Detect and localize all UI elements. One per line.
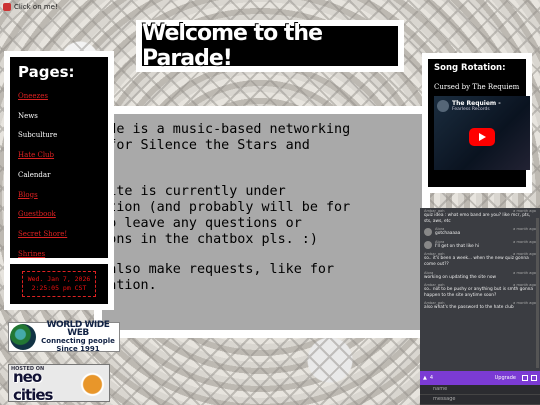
chat-time: a month ago	[513, 227, 536, 232]
nav-item-hate-club[interactable]: Hate Club	[18, 146, 100, 166]
clock-date: Wed. Jan 7, 2026	[27, 275, 91, 283]
intro-paragraph: Parade is a music-based networking site …	[102, 122, 351, 169]
chat-scrollbar[interactable]	[536, 218, 539, 368]
user-avatar-icon	[424, 240, 432, 249]
external-link-icon[interactable]	[522, 375, 528, 381]
nav-item-calendar: Calendar	[18, 170, 51, 179]
current-song: Cursed by The Requiem	[434, 83, 520, 91]
chat-text: gotchaaaaa	[435, 231, 461, 237]
video-title: The Requiem -	[452, 100, 501, 107]
chat-name-input[interactable]: name	[420, 385, 540, 395]
chat-message: Alora a month ago I'll get on that like h…	[420, 239, 540, 252]
page-title: Welcome to the Parade!	[142, 21, 323, 71]
chat-text: I'll get on that like hi	[435, 243, 480, 249]
video-channel: Fearless Records	[452, 107, 490, 112]
chat-text: also what's the password to the hate clu…	[424, 305, 514, 311]
music-icon	[3, 3, 11, 11]
chat-toolbar: ▲ 4 Upgrade	[420, 371, 540, 385]
clock-display: Wed. Jan 7, 2026 2:25:05 pm CST	[21, 271, 97, 297]
chat-message: Ambar_gah a month ago also what's the pas…	[420, 300, 540, 313]
chat-input-area: name message	[420, 385, 540, 405]
chat-text: quiz idea : what emo band are you? like …	[424, 213, 531, 224]
neocities-name: neo cities	[13, 368, 53, 404]
www-badge[interactable]: WORLD WIDE WEB Connecting people Since 1…	[8, 320, 120, 353]
chat-message: Ambar_gah a month ago so.. it's been a we…	[420, 251, 540, 269]
pages-nav: Pages: Oneezes News Subculture Hate Club…	[4, 51, 114, 266]
channel-avatar	[437, 100, 449, 112]
chat-message: Alora a month ago working on updating the…	[420, 270, 540, 283]
chat-time: a month ago	[513, 239, 536, 244]
www-badge-line1: WORLD WIDE WEB	[46, 320, 110, 338]
globe-icon	[10, 324, 36, 350]
chat-user: Alora	[424, 270, 434, 275]
nav-item-oneezes[interactable]: Oneezes	[18, 87, 100, 107]
nav-item-news: News	[18, 111, 38, 120]
nav-item-subculture: Subculture	[18, 131, 58, 140]
nav-item-blogs[interactable]: Blogs	[18, 186, 100, 206]
play-button-icon[interactable]	[469, 128, 495, 146]
cat-icon	[78, 369, 106, 397]
main-content-panel: Parade is a music-based networking site …	[94, 106, 430, 338]
neocities-badge[interactable]: HOSTED ON neo cities	[8, 364, 110, 404]
www-badge-line3: Since 1991	[56, 345, 100, 353]
chat-message: Alora a month ago gotchaaaaa	[420, 226, 540, 239]
chat-text: so.. not to be pushy or anything but is …	[424, 287, 534, 298]
online-count: 4	[429, 375, 434, 381]
chat-time: a month ago	[513, 270, 536, 275]
site-title-banner: Welcome to the Parade!	[136, 20, 404, 72]
nav-item-secret-shore[interactable]: Secret Shore!	[18, 225, 100, 245]
chat-message: Ambar_gah a month ago quiz idea : what em…	[420, 208, 540, 226]
upgrade-button[interactable]: Upgrade	[495, 375, 516, 381]
click-me-label: Click on me!	[14, 3, 58, 11]
nav-item-guestbook[interactable]: Guestbook	[18, 205, 100, 225]
song-rotation-panel: Song Rotation: Cursed by The Requiem The…	[422, 53, 532, 193]
online-users-icon: ▲	[423, 375, 427, 381]
clock-time: 2:25:05 pm CST	[31, 284, 87, 292]
www-badge-line2: Connecting people	[41, 337, 115, 345]
rotation-heading: Song Rotation:	[434, 63, 506, 73]
settings-icon[interactable]	[531, 375, 537, 381]
chat-text: working on updating the site now	[424, 274, 497, 280]
nav-heading: Pages:	[18, 63, 75, 81]
video-embed[interactable]: The Requiem - Fearless Records	[434, 96, 530, 170]
chat-message: Ambar_gah a month ago so.. not to be push…	[420, 282, 540, 300]
click-me-widget[interactable]: Click on me!	[3, 3, 58, 11]
neocities-hosted-label: HOSTED ON	[11, 366, 45, 372]
clock-panel: Wed. Jan 7, 2026 2:25:05 pm CST	[4, 258, 114, 310]
construction-paragraph: website is currently under struction (an…	[100, 184, 351, 247]
requests-paragraph: can also make requests, like for g rotat…	[102, 262, 335, 293]
chat-time: a month ago	[513, 301, 536, 306]
chat-text: so.. it's been a week... when the new qu…	[424, 256, 529, 267]
chat-message-input[interactable]: message	[420, 395, 540, 405]
chatbox: Ambar_gah a month ago quiz idea : what em…	[420, 208, 540, 405]
